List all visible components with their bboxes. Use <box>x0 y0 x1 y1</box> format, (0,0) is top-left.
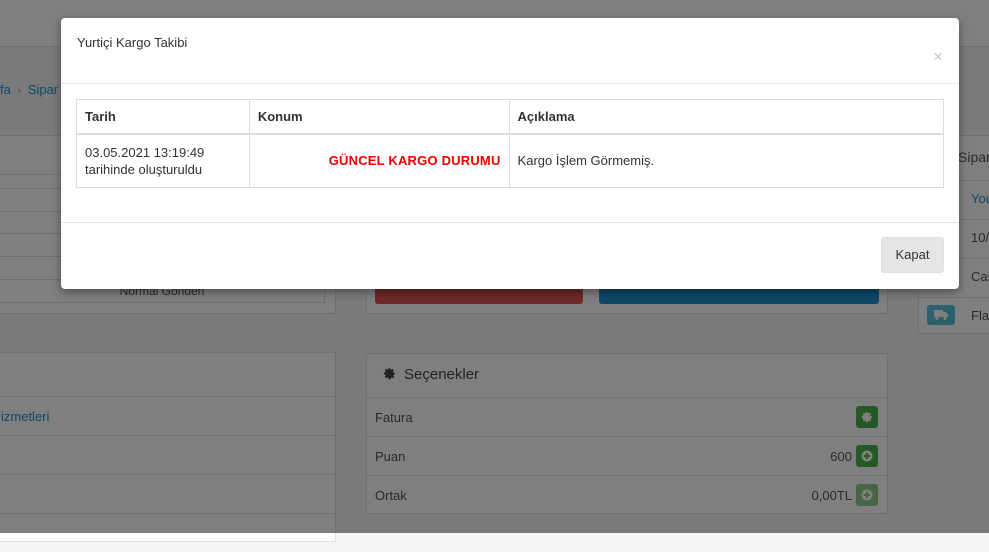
date-cell: 03.05.2021 13:19:49 tarihinde oluşturuld… <box>76 133 250 188</box>
location-cell: GÜNCEL KARGO DURUMU <box>248 133 510 188</box>
modal-title: Yurtiçi Kargo Takibi <box>77 35 188 50</box>
date-line-1: 03.05.2021 13:19:49 <box>85 144 205 160</box>
modal-footer-divider <box>61 222 959 223</box>
table-header-row: Tarih Konum Açıklama <box>76 99 945 135</box>
tracking-table: Tarih Konum Açıklama 03.05.2021 13:19:49… <box>76 99 945 188</box>
description-cell: Kargo İşlem Görmemiş. <box>508 133 945 188</box>
cargo-tracking-modal: Yurtiçi Kargo Takibi × Tarih Konum Açıkl… <box>61 18 959 289</box>
table-row: 03.05.2021 13:19:49 tarihinde oluşturuld… <box>76 133 945 188</box>
modal-header-divider <box>61 83 959 84</box>
column-header-location: Konum <box>248 99 510 135</box>
date-line-2: tarihinde oluşturuldu <box>85 161 203 177</box>
close-button[interactable]: Kapat <box>881 237 944 273</box>
close-icon[interactable]: × <box>933 48 943 65</box>
column-header-date: Tarih <box>76 99 250 135</box>
column-header-description: Açıklama <box>508 99 945 135</box>
